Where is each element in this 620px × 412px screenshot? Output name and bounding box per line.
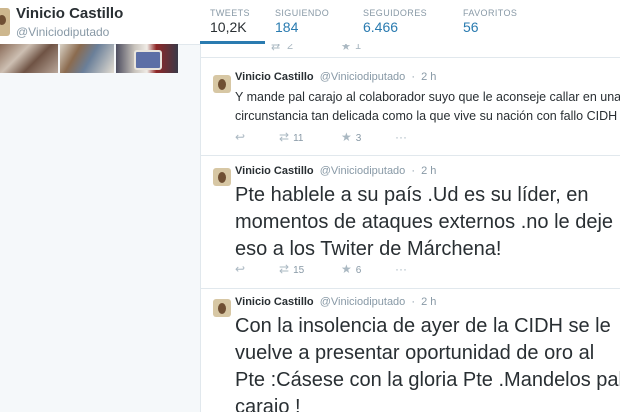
star-icon: ★ <box>341 262 352 276</box>
stat-tweets[interactable]: TWEETS 10,2K <box>200 0 265 44</box>
tweet-author-name[interactable]: Vinicio Castillo <box>235 296 314 308</box>
separator-dot: · <box>411 71 416 83</box>
photo-thumbnail[interactable] <box>116 44 178 73</box>
favorite-button[interactable]: ★ 6 <box>341 262 361 276</box>
star-icon: ★ <box>341 130 352 144</box>
tweet-timeline: ⇄ 2 ★ 1 Vinicio Castillo @Viniciodiputad… <box>200 44 620 412</box>
profile-avatar[interactable] <box>0 8 10 36</box>
favorite-count: 1 <box>355 44 362 52</box>
profile-handle: @Viniciodiputado <box>16 25 110 39</box>
profile-name[interactable]: Vinicio Castillo <box>16 5 123 22</box>
photo-thumbnail[interactable] <box>60 44 114 73</box>
stat-following[interactable]: SIGUIENDO 184 <box>265 0 353 44</box>
tweet-author-name[interactable]: Vinicio Castillo <box>235 71 314 83</box>
more-icon[interactable]: ··· <box>395 262 407 276</box>
tweet-timestamp[interactable]: 2 h <box>421 71 436 83</box>
retweet-count: 15 <box>293 265 305 276</box>
retweet-icon: ⇄ <box>279 262 290 276</box>
stat-favorites[interactable]: FAVORITOS 56 <box>453 0 518 44</box>
favorite-count: 3 <box>355 133 362 144</box>
separator-dot: · <box>411 165 416 177</box>
stat-value: 56 <box>463 19 479 35</box>
stat-value: 6.466 <box>363 19 399 35</box>
tweet[interactable]: Vinicio Castillo @Viniciodiputado · 2 h … <box>201 289 620 412</box>
reply-icon[interactable]: ↩ <box>235 262 245 276</box>
retweet-icon: ⇄ <box>279 130 290 144</box>
retweet-button[interactable]: ⇄ 11 <box>279 130 303 144</box>
separator-dot: · <box>411 296 416 308</box>
tweet-timestamp[interactable]: 2 h <box>421 296 436 308</box>
tweet-header: Vinicio Castillo @Viniciodiputado · 2 h <box>235 296 436 308</box>
favorite-button[interactable]: ★ 3 <box>341 130 361 144</box>
stat-followers[interactable]: SEGUIDORES 6.466 <box>353 0 453 44</box>
tweet-text: Pte hablele a su país .Ud es su líder, e… <box>235 184 614 260</box>
stat-value: 10,2K <box>210 19 247 35</box>
stat-label: FAVORITOS <box>463 8 518 18</box>
tweet-header: Vinicio Castillo @Viniciodiputado · 2 h <box>235 71 436 83</box>
photo-strip <box>0 44 190 73</box>
tweet-text: Y mande pal carajo al colaborador suyo q… <box>235 90 620 123</box>
tweet-author-handle[interactable]: @Viniciodiputado <box>320 165 406 177</box>
retweet-button[interactable]: ⇄ 15 <box>279 262 304 276</box>
star-icon[interactable]: ★ <box>341 44 351 53</box>
tweet-header: Vinicio Castillo @Viniciodiputado · 2 h <box>235 165 436 177</box>
profile-stats: TWEETS 10,2K SIGUIENDO 184 SEGUIDORES 6.… <box>200 0 518 44</box>
tweet-author-handle[interactable]: @Viniciodiputado <box>320 71 406 83</box>
tweet[interactable]: Vinicio Castillo @Viniciodiputado · 2 h … <box>201 156 620 289</box>
stat-label: SEGUIDORES <box>363 8 428 18</box>
favorite-count: 6 <box>355 265 362 276</box>
tweet-text: Con la insolencia de ayer de la CIDH se … <box>235 315 620 412</box>
tweet-author-name[interactable]: Vinicio Castillo <box>235 165 314 177</box>
tweet-author-handle[interactable]: @Viniciodiputado <box>320 296 406 308</box>
previous-tweet-actions: ⇄ 2 ★ 1 <box>201 44 620 58</box>
profile-header-bar: Vinicio Castillo @Viniciodiputado TWEETS… <box>0 0 620 45</box>
tweet-actions: ↩ ⇄ 11 ★ 3 ··· <box>235 130 435 146</box>
stat-label: TWEETS <box>210 8 250 18</box>
reply-icon[interactable]: ↩ <box>235 130 245 144</box>
retweet-count: 2 <box>287 44 294 52</box>
tweet-timestamp[interactable]: 2 h <box>421 165 436 177</box>
avatar[interactable] <box>213 75 231 93</box>
more-icon[interactable]: ··· <box>395 130 407 144</box>
retweet-icon[interactable]: ⇄ <box>271 44 280 53</box>
stat-label: SIGUIENDO <box>275 8 330 18</box>
retweet-count: 11 <box>293 133 304 144</box>
photo-thumbnail[interactable] <box>0 44 58 73</box>
tweet-actions: ↩ ⇄ 15 ★ 6 ··· <box>235 262 435 278</box>
avatar[interactable] <box>213 168 231 186</box>
avatar[interactable] <box>213 299 231 317</box>
stat-value: 184 <box>275 19 299 35</box>
tweet[interactable]: Vinicio Castillo @Viniciodiputado · 2 h … <box>201 58 620 156</box>
